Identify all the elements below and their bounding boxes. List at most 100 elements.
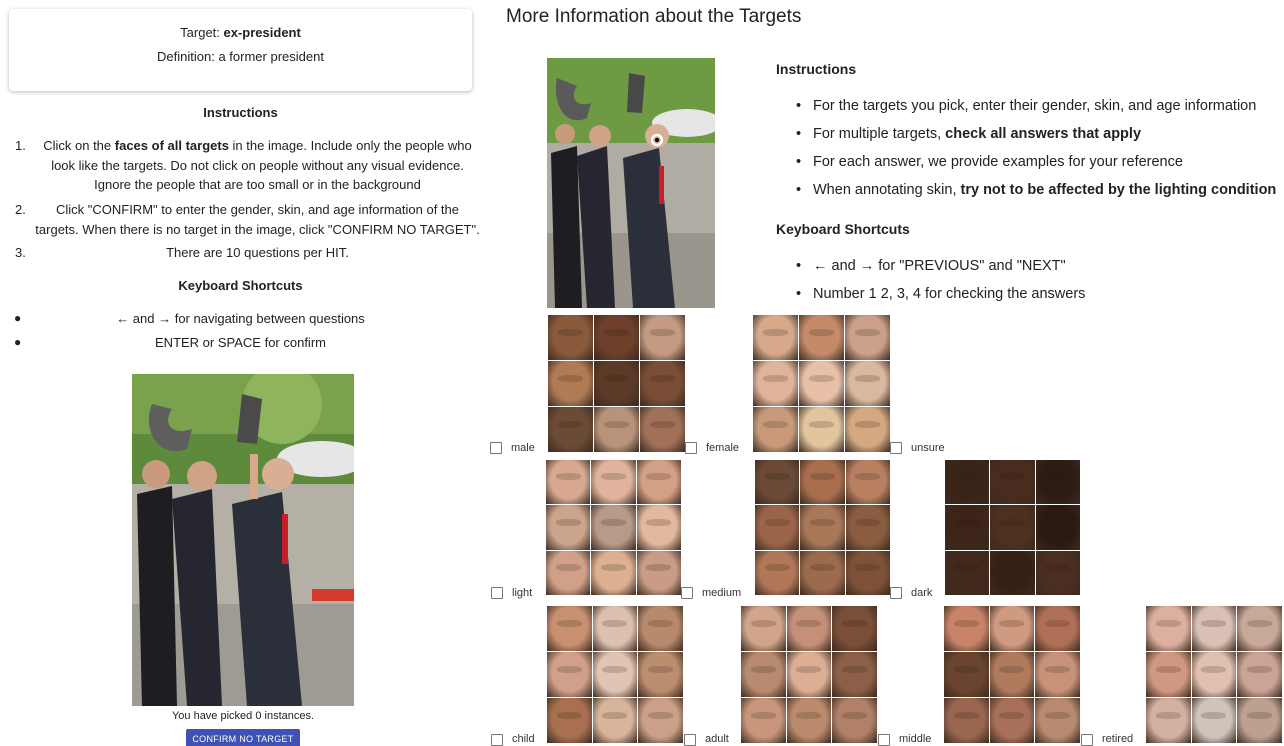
face-thumbnail bbox=[741, 606, 786, 651]
face-thumbnail bbox=[944, 606, 989, 651]
bullet-dot: ● bbox=[14, 311, 22, 325]
face-thumbnail bbox=[755, 460, 800, 505]
checkbox-middle[interactable] bbox=[878, 734, 890, 746]
option-label: female bbox=[706, 442, 740, 454]
face-thumbnail bbox=[845, 505, 890, 550]
bullet-dot: • bbox=[796, 182, 802, 198]
bullet-text-bold: check all answers that apply bbox=[945, 126, 1142, 142]
face-thumbnail bbox=[1237, 698, 1282, 743]
example-grid-light bbox=[546, 460, 681, 595]
checkbox-female[interactable] bbox=[685, 442, 697, 454]
right-bullet-text: For multiple targets, check all answers … bbox=[813, 126, 1141, 142]
checkbox-dark[interactable] bbox=[890, 587, 902, 599]
checkbox-unsure[interactable] bbox=[890, 442, 902, 454]
bullet-dot: • bbox=[796, 126, 802, 142]
face-thumbnail bbox=[1035, 698, 1080, 743]
face-thumbnail bbox=[546, 505, 591, 550]
face-thumbnail bbox=[591, 460, 636, 505]
face-thumbnail bbox=[1191, 652, 1237, 697]
checkbox-child[interactable] bbox=[491, 734, 503, 746]
face-thumbnail bbox=[944, 698, 989, 743]
face-thumbnail bbox=[638, 698, 683, 743]
face-thumbnail bbox=[990, 505, 1035, 550]
bullet-dot: • bbox=[796, 154, 802, 170]
right-shortcut-text: Number 1 2, 3, 4 for checking the answer… bbox=[813, 286, 1086, 302]
face-thumbnail bbox=[1237, 652, 1282, 697]
face-thumbnail bbox=[1191, 606, 1237, 651]
face-thumbnail bbox=[638, 652, 683, 697]
bullet-text-pre: For each answer, we provide examples for… bbox=[813, 154, 1183, 170]
face-thumbnail bbox=[638, 606, 683, 651]
confirm-no-target-button[interactable]: CONFIRM NO TARGET bbox=[186, 729, 300, 746]
face-thumbnail bbox=[1035, 505, 1080, 550]
face-thumbnail bbox=[800, 505, 845, 550]
option-label: middle bbox=[899, 733, 932, 745]
face-thumbnail bbox=[1146, 652, 1191, 697]
bullet-dot: • bbox=[796, 98, 802, 114]
checkbox-male[interactable] bbox=[490, 442, 502, 454]
face-thumbnail bbox=[832, 652, 877, 697]
question-photo[interactable] bbox=[132, 374, 354, 706]
option-label: child bbox=[512, 733, 535, 745]
face-thumbnail bbox=[1035, 652, 1080, 697]
example-grid-adult bbox=[741, 606, 877, 743]
bullet-dot: ● bbox=[14, 335, 22, 349]
option-label: light bbox=[512, 587, 533, 599]
face-thumbnail bbox=[989, 606, 1035, 651]
face-thumbnail bbox=[547, 606, 592, 651]
right-bullet-text: For each answer, we provide examples for… bbox=[813, 154, 1183, 170]
face-thumbnail bbox=[741, 652, 786, 697]
question-image[interactable] bbox=[132, 374, 354, 706]
face-thumbnail bbox=[832, 698, 877, 743]
right-bullet-text: When annotating skin, try not to be affe… bbox=[813, 182, 1276, 198]
right-instructions-heading: Instructions bbox=[776, 61, 857, 77]
face-thumbnail bbox=[548, 315, 593, 360]
face-thumbnail bbox=[594, 315, 639, 360]
face-thumbnail bbox=[799, 315, 844, 360]
right-bullet-text: For the targets you pick, enter their ge… bbox=[813, 98, 1256, 114]
option-label: unsure bbox=[911, 442, 945, 454]
target-value: ex-president bbox=[223, 25, 301, 40]
picked-count: You have picked 0 instances. bbox=[171, 710, 315, 722]
instruction-number: 3. bbox=[15, 245, 26, 260]
bullet-dot: • bbox=[796, 286, 802, 302]
bullet-text-pre: For multiple targets, bbox=[813, 126, 946, 142]
face-thumbnail bbox=[753, 315, 798, 360]
instruction-text-pre: Click on the bbox=[43, 138, 115, 153]
shortcuts-heading: Keyboard Shortcuts bbox=[178, 278, 303, 293]
checkbox-medium[interactable] bbox=[681, 587, 693, 599]
option-label: medium bbox=[702, 587, 742, 599]
target-card: Target: ex-president Definition: a forme… bbox=[9, 9, 472, 91]
face-thumbnail bbox=[755, 550, 800, 595]
face-thumbnail bbox=[636, 505, 681, 550]
example-grid-child bbox=[547, 606, 683, 743]
face-thumbnail bbox=[591, 550, 636, 595]
face-thumbnail bbox=[845, 550, 890, 595]
face-thumbnail bbox=[594, 407, 639, 452]
face-thumbnail bbox=[1035, 606, 1080, 651]
face-thumbnail bbox=[845, 407, 890, 452]
face-thumbnail bbox=[989, 652, 1035, 697]
instruction-text: Click on the faces of all targets in the… bbox=[34, 136, 481, 195]
bullet-text-pre: For the targets you pick, enter their ge… bbox=[813, 98, 1257, 114]
checkbox-light[interactable] bbox=[491, 587, 503, 599]
face-thumbnail bbox=[546, 460, 591, 505]
face-thumbnail bbox=[1146, 606, 1191, 651]
face-thumbnail bbox=[832, 606, 877, 651]
checkbox-adult[interactable] bbox=[684, 734, 696, 746]
face-thumbnail bbox=[1191, 698, 1237, 743]
bullet-text-bold: try not to be affected by the lighting c… bbox=[960, 182, 1277, 198]
right-shortcuts-heading: Keyboard Shortcuts bbox=[776, 221, 910, 237]
option-label: dark bbox=[911, 587, 933, 599]
instruction-number: 1. bbox=[15, 138, 26, 153]
example-grid-middle bbox=[944, 606, 1080, 743]
checkbox-retired[interactable] bbox=[1081, 734, 1093, 746]
face-thumbnail bbox=[636, 460, 681, 505]
face-thumbnail bbox=[548, 361, 593, 406]
option-label: retired bbox=[1102, 733, 1134, 745]
right-shortcut-text: ← and → for "PREVIOUS" and "NEXT" bbox=[813, 258, 1066, 274]
face-thumbnail bbox=[845, 361, 890, 406]
face-thumbnail bbox=[592, 606, 638, 651]
face-thumbnail bbox=[945, 460, 990, 505]
instructions-heading: Instructions bbox=[203, 105, 278, 120]
